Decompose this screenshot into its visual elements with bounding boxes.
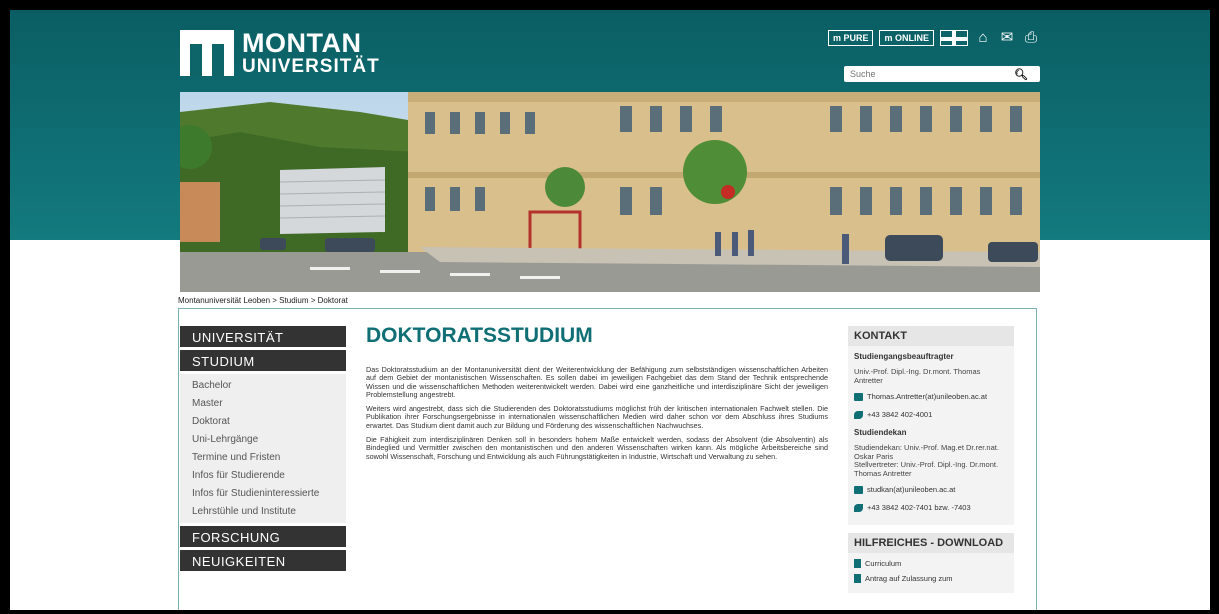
search-input[interactable] — [844, 69, 1014, 79]
kontakt-email-2[interactable]: studkan(at)unileoben.ac.at — [867, 485, 955, 494]
campus-banner-image — [180, 92, 1040, 292]
kontakt-phone-row-1: +43 3842 402-4001 — [854, 410, 1008, 419]
nav-item-bachelor[interactable]: Bachelor — [180, 377, 346, 395]
right-column: KONTAKT Studiengangsbeauftragter Univ.-P… — [848, 326, 1014, 601]
nav-studium[interactable]: STUDIUM — [180, 350, 346, 371]
download-title: HILFREICHES - DOWNLOAD — [848, 533, 1014, 553]
banner-illustration — [180, 92, 1040, 292]
muonline-label: ONLINE — [894, 33, 929, 43]
download-label-curriculum[interactable]: Curriculum — [865, 559, 901, 568]
page-title: DOKTORATSSTUDIUM — [366, 324, 593, 347]
mail-icon — [854, 485, 863, 494]
nav-item-termine[interactable]: Termine und Fristen — [180, 449, 346, 467]
mail-icon[interactable]: ✉ — [998, 30, 1016, 46]
kontakt-box: Studiengangsbeauftragter Univ.-Prof. Dip… — [848, 346, 1014, 525]
uk-flag-icon[interactable] — [940, 30, 968, 46]
logo-line-1: MONTAN — [242, 28, 362, 58]
site-header: MONTAN UNIVERSITÄT m PURE m ONLINE ⌂ ✉ ⎙… — [180, 30, 1040, 90]
paragraph-3: Die Fähigkeit zum interdisziplinären Den… — [366, 435, 828, 461]
kontakt-sub-1: Studiengangsbeauftragter — [854, 352, 954, 361]
muonline-link[interactable]: m ONLINE — [879, 30, 934, 46]
download-label-antrag[interactable]: Antrag auf Zulassung zum — [865, 574, 953, 583]
nav-item-infos-studieninteressierte[interactable]: Infos für Studieninteressierte — [180, 485, 346, 503]
paragraph-2: Weiters wird angestrebt, dass sich die S… — [366, 404, 828, 430]
nav-item-doktorat[interactable]: Doktorat — [180, 413, 346, 431]
mail-icon — [854, 392, 863, 401]
mupure-link[interactable]: m PURE — [827, 30, 874, 46]
kontakt-email-row-2[interactable]: studkan(at)unileoben.ac.at — [854, 485, 1008, 494]
home-icon[interactable]: ⌂ — [974, 30, 992, 46]
university-logo[interactable]: MONTAN UNIVERSITÄT — [180, 30, 380, 76]
kontakt-sub-2: Studiendekan — [854, 428, 907, 437]
kontakt-email-1[interactable]: Thomas.Antretter(at)unileoben.ac.at — [867, 392, 987, 401]
nav-universitaet[interactable]: UNIVERSITÄT — [180, 326, 346, 347]
nav-item-infos-studierende[interactable]: Infos für Studierende — [180, 467, 346, 485]
logo-line-2: UNIVERSITÄT — [242, 56, 380, 77]
phone-icon — [854, 410, 863, 419]
kontakt-phone-1: +43 3842 402-4001 — [867, 410, 933, 419]
download-box: Curriculum Antrag auf Zulassung zum — [848, 553, 1014, 593]
nav-item-uni-lehrgaenge[interactable]: Uni-Lehrgänge — [180, 431, 346, 449]
kontakt-title: KONTAKT — [848, 326, 1014, 346]
kontakt-person-1: Univ.-Prof. Dipl.-Ing. Dr.mont. Thomas A… — [854, 367, 981, 385]
nav-neuigkeiten[interactable]: NEUIGKEITEN — [180, 550, 346, 571]
nav-forschung[interactable]: FORSCHUNG — [180, 526, 346, 547]
main-content: DOKTORATSSTUDIUM Das Doktoratsstudium an… — [366, 324, 828, 467]
search-box: 🔍︎ — [844, 66, 1040, 82]
paragraph-1: Das Doktoratsstudium an der Montanuniver… — [366, 365, 828, 399]
download-item[interactable]: Curriculum — [854, 559, 1008, 568]
download-item[interactable]: Antrag auf Zulassung zum — [854, 574, 1008, 583]
top-icon-bar: m PURE m ONLINE ⌂ ✉ ⎙ — [827, 30, 1040, 46]
kontakt-person-2: Studiendekan: Univ.-Prof. Mag.et Dr.rer.… — [854, 443, 1008, 478]
print-icon[interactable]: ⎙ — [1022, 30, 1040, 46]
logo-text: MONTAN UNIVERSITÄT — [242, 28, 380, 77]
mupure-label: PURE — [843, 33, 869, 43]
sidebar-nav: UNIVERSITÄT STUDIUM Bachelor Master Dokt… — [180, 326, 346, 574]
kontakt-phone-2: +43 3842 402-7401 bzw. -7403 — [867, 503, 971, 512]
kontakt-person-2b: Stellvertreter: Univ.-Prof. Dipl.-Ing. D… — [854, 460, 999, 478]
logo-mark-icon — [180, 30, 234, 76]
kontakt-person-2a: Studiendekan: Univ.-Prof. Mag.et Dr.rer.… — [854, 443, 999, 461]
breadcrumb[interactable]: Montanuniversität Leoben > Studium > Dok… — [178, 296, 348, 305]
document-icon — [854, 559, 861, 568]
nav-studium-submenu: Bachelor Master Doktorat Uni-Lehrgänge T… — [180, 374, 346, 523]
document-icon — [854, 574, 861, 583]
nav-item-master[interactable]: Master — [180, 395, 346, 413]
phone-icon — [854, 503, 863, 512]
browser-viewport: MONTAN UNIVERSITÄT m PURE m ONLINE ⌂ ✉ ⎙… — [10, 10, 1210, 610]
search-icon[interactable]: 🔍︎ — [1014, 68, 1030, 81]
kontakt-email-row-1[interactable]: Thomas.Antretter(at)unileoben.ac.at — [854, 392, 1008, 401]
nav-item-lehrstuehle[interactable]: Lehrstühle und Institute — [180, 503, 346, 521]
kontakt-phone-row-2: +43 3842 402-7401 bzw. -7403 — [854, 503, 1008, 512]
